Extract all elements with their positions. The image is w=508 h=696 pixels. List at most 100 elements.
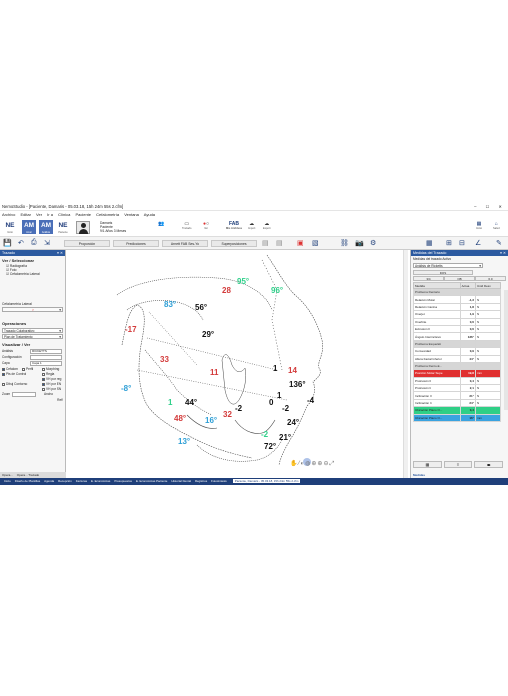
menu-ventana[interactable]: Ventana (124, 212, 139, 217)
tab-dos[interactable]: DOS (413, 270, 473, 275)
close-icon[interactable]: ▾ ✕ (500, 250, 506, 256)
taskbar-item[interactable]: E. Económicas (91, 479, 110, 483)
grid-icon[interactable]: ⊟ (459, 239, 465, 247)
image-tool-4-icon[interactable]: ▧ (312, 239, 319, 247)
table-scrollbar[interactable] (504, 290, 508, 410)
plan-combo[interactable]: Plan de Tratamiento (2, 334, 63, 339)
menu-clinica[interactable]: Clínica (58, 212, 70, 217)
image-tool-2-icon[interactable]: ▤ (276, 239, 283, 247)
right-panel-header: Medidas del Trazado ▾ ✕ (411, 250, 508, 256)
navigate-icon[interactable]: ⇲ (44, 239, 50, 247)
table-row[interactable]: Ubicación Plano O... 0,4 (413, 406, 502, 415)
link-icon[interactable]: ⛓ (340, 239, 349, 247)
import-icon[interactable]: ☁ Import (248, 221, 255, 230)
table-row[interactable]: Relación Molar -1,3 N (413, 295, 502, 304)
taskbar-item[interactable]: Diseño de Plantillas (15, 479, 40, 483)
tab-predicciones[interactable]: Predicciones (113, 240, 159, 247)
ne-inicio-button[interactable]: NE Inicio (3, 220, 17, 234)
am-amar-button[interactable]: AM Amar (22, 220, 36, 234)
save-icon[interactable]: 💾 (3, 239, 12, 247)
tracing-icon[interactable]: ▭ Trazado (182, 221, 191, 230)
print-icon[interactable]: ⎙ (31, 239, 37, 247)
table-row[interactable]: Inclinación Il 21° N (413, 391, 502, 400)
am-analisis-button[interactable]: AM Análisis (39, 220, 53, 234)
image-tool-icon[interactable]: ▤ (262, 239, 269, 247)
export-icon[interactable]: ☁ Export (263, 221, 271, 230)
table-row[interactable]: Ángulo Interincisivo 136° N (413, 332, 502, 341)
settings-gear-icon[interactable]: ⚙ (370, 239, 376, 247)
table-row[interactable]: Convexidad 0,9 N (413, 347, 502, 356)
measure-icon[interactable]: ∠ (475, 239, 481, 247)
config-select[interactable] (30, 355, 62, 360)
tab-ob[interactable]: OB (444, 276, 475, 281)
menu-archivo[interactable]: Archivo (2, 212, 15, 217)
tab-proporcion[interactable]: Proporción (64, 240, 110, 247)
fab-button[interactable]: FAB Mis Archivos (226, 221, 242, 230)
menu-editar[interactable]: Editar (20, 212, 30, 217)
menu-ayuda[interactable]: Ayuda (144, 212, 155, 217)
active-document-tab[interactable]: Paciente, Damaris - 05.03.18, 15h 24m 55… (232, 479, 301, 483)
undo-icon[interactable]: ↶ (18, 239, 24, 247)
table-row[interactable]: Problema Esqueléti (413, 339, 502, 349)
table-row[interactable]: Protrusión Il 0,4 N (413, 376, 502, 386)
taskbar-item[interactable]: E. Económicas Paciente (136, 479, 167, 483)
right-panel-footer[interactable]: Medidas (413, 473, 425, 477)
analysis-combo[interactable]: Análisis de Ricketts (413, 263, 483, 268)
analysis-select[interactable]: RICKETTS (30, 349, 62, 354)
toggle-icon[interactable]: ⬬ (474, 461, 504, 468)
view-icon[interactable]: ●○ Ver (203, 221, 209, 230)
tab-6-0[interactable]: 6.0 (475, 276, 506, 281)
table-row[interactable]: Altura Facial Inferior 44° N (413, 354, 502, 363)
table-row[interactable]: Posición Molar Supe 19,8 mm (413, 369, 502, 378)
layer-select[interactable]: Capa 1 (30, 361, 62, 366)
taskbar-item[interactable]: Historial Dental (171, 479, 191, 483)
list-icon[interactable]: ≡ (443, 461, 473, 468)
camera-icon[interactable]: 📷 (355, 239, 364, 247)
fit-icon[interactable]: ⤢ (329, 461, 335, 467)
menu-paciente[interactable]: Paciente (75, 212, 91, 217)
taskbar-item[interactable]: Facturas (76, 479, 87, 483)
canvas-scrollbar[interactable] (403, 250, 408, 478)
label-33: 33 (160, 355, 169, 364)
crop-icon[interactable]: ⊞ (446, 239, 452, 247)
layout-icon[interactable]: ▦ (426, 239, 433, 247)
table-row[interactable]: Problema Dento-E... (413, 361, 502, 371)
cephalometric-canvas[interactable]: 28 95° 96° 83° 56° -17 29° 33 11 14 1 13… (67, 250, 408, 478)
table-row[interactable]: Overbite 0,6 N (413, 317, 502, 326)
table-row[interactable]: Problema Dentario (413, 287, 502, 297)
refresh-button[interactable]: Ref! (57, 398, 63, 402)
taskbar-item[interactable]: Recepción (58, 479, 72, 483)
image-tool-3-icon[interactable]: ▣ (297, 239, 304, 247)
taskbar-item[interactable]: Registros (195, 479, 207, 483)
taskbar-item[interactable]: Agenda (44, 479, 54, 483)
menu-cefalometria[interactable]: Cefalometría (96, 212, 119, 217)
tab-arnett-fab[interactable]: Arnett FAB Ses-Yo (162, 240, 208, 247)
home-icon[interactable]: ⌂ Salud (493, 221, 500, 230)
taskbar-item[interactable]: Presupuestos (114, 479, 132, 483)
calibration-slider[interactable]: > (2, 307, 63, 312)
calendar-icon[interactable]: ▦ (413, 461, 442, 468)
table-row[interactable]: Ubicación Plano O... 16° mm (413, 413, 502, 423)
window-controls[interactable]: – ☐ ✕ (474, 203, 506, 211)
table-row[interactable]: Relación Canina 1,8 N (413, 302, 502, 312)
tab-opera-1[interactable]: Opera... (2, 473, 13, 477)
zoom-select[interactable] (12, 392, 36, 397)
table-row[interactable]: Overjet 1,9 N (413, 310, 502, 319)
measure-name: Altura Facial Inferior (413, 354, 461, 363)
close-icon[interactable]: ▾ ✕ (57, 250, 63, 256)
taskbar-item[interactable]: Inicio (4, 479, 11, 483)
table-row[interactable]: Extrusión Il 0,6 N (413, 324, 502, 334)
ne-paciente-button[interactable]: NE Paciente (56, 220, 70, 234)
table-row[interactable]: Inclinación Ii 24° N (413, 398, 502, 408)
apps-grid-icon[interactable]: ▦ Inicio (476, 221, 482, 230)
tab-3-4[interactable]: 3/4 (413, 276, 444, 281)
operations-combo[interactable]: Trazado Colaborativo (2, 328, 63, 333)
tab-opera-trazado[interactable]: Opera... Trazado (17, 473, 40, 477)
people-icon[interactable]: 👥 (158, 221, 164, 227)
taskbar-item[interactable]: Fotosíntesis (211, 479, 227, 483)
menu-ver[interactable]: Ver (36, 212, 42, 217)
table-row[interactable]: Protrusión Ii 2,1 N (413, 384, 502, 393)
menu-ir-a[interactable]: Ir a (47, 212, 53, 217)
tab-superposiciones[interactable]: Superposiciones (211, 240, 257, 247)
pencil-icon[interactable]: ✎ (496, 239, 502, 247)
